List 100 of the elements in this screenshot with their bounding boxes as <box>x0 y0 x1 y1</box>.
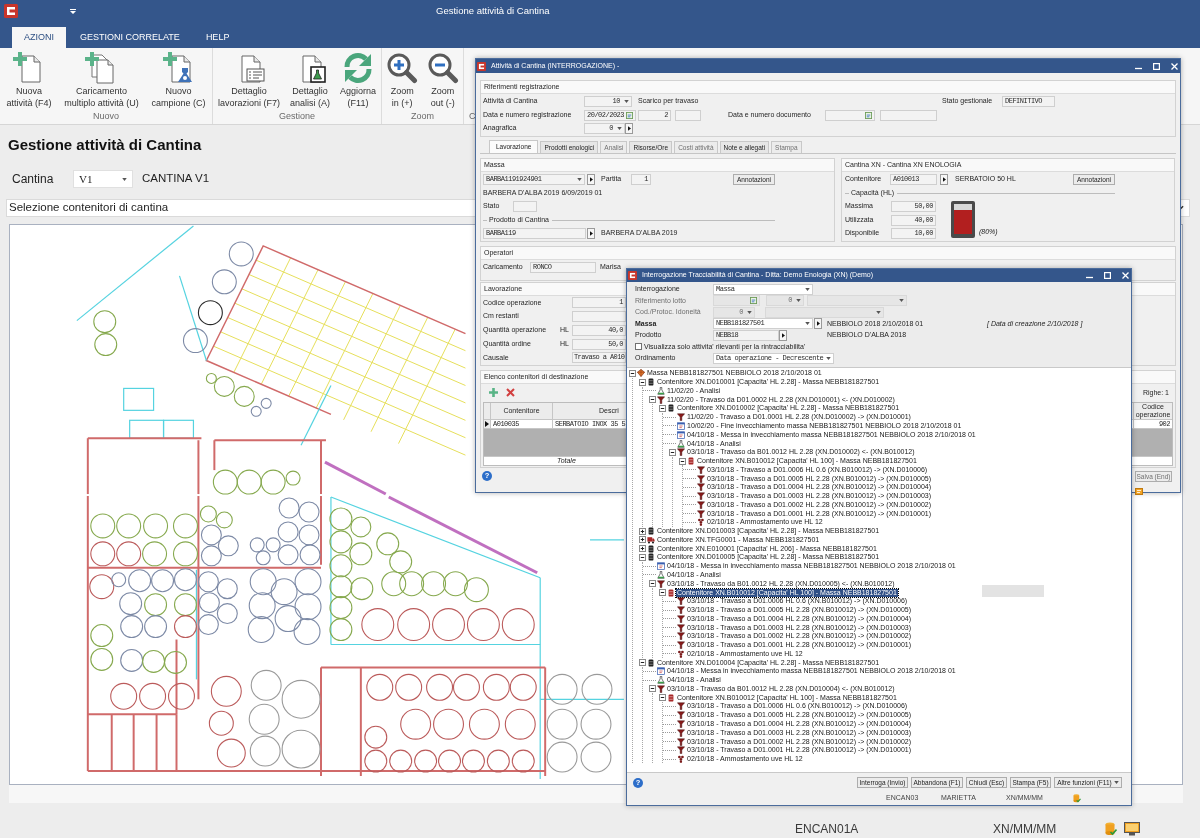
caret-down-icon[interactable] <box>577 177 582 181</box>
ribbon-button[interactable]: Dettaglio lavorazioni (F7) <box>215 52 283 109</box>
tank-icon <box>667 404 675 413</box>
ribbon-button[interactable]: Zoom in (+) <box>383 52 422 109</box>
maximize-icon[interactable] <box>1104 272 1111 279</box>
ribbon-button[interactable]: Dettaglio analisi (A) <box>287 52 333 109</box>
collapse-icon[interactable] <box>649 580 656 588</box>
expand-icon[interactable] <box>639 527 646 535</box>
flask-icon <box>657 571 665 579</box>
ribbon-button[interactable]: Nuova attività (F4) <box>3 52 55 109</box>
caret-down-icon[interactable] <box>876 310 881 314</box>
maximize-icon[interactable] <box>1153 62 1160 70</box>
tank-icon <box>647 658 655 667</box>
lookup-button[interactable] <box>587 228 595 239</box>
caret-right-icon <box>816 321 820 327</box>
ribbon-tab[interactable]: HELP <box>193 27 242 48</box>
diamond-icon <box>637 369 645 378</box>
collapse-icon[interactable] <box>649 685 656 693</box>
date-field[interactable] <box>713 295 760 307</box>
funnel-icon <box>657 579 665 588</box>
caret-right-icon <box>589 176 593 182</box>
input-field[interactable] <box>513 201 537 212</box>
collapse-icon[interactable] <box>659 589 666 596</box>
input-field[interactable] <box>880 109 937 121</box>
caret-down-icon[interactable] <box>747 310 752 314</box>
collapse-icon[interactable] <box>639 378 646 386</box>
lookup-button[interactable] <box>625 123 633 134</box>
caret-down-icon[interactable] <box>805 287 810 291</box>
ribbon-group-label: Nuovo <box>92 110 120 122</box>
tank-icon <box>667 588 675 597</box>
ribbon-button[interactable]: Aggiorna (F11) <box>336 52 379 109</box>
grapes-icon <box>677 755 685 764</box>
quick-access-caret-icon[interactable] <box>70 8 76 14</box>
calendar-icon[interactable] <box>750 297 757 305</box>
flask-icon <box>657 676 665 685</box>
caret-right-icon <box>942 176 946 182</box>
status-text: XN/MM/MM <box>993 821 1058 838</box>
flask-icon <box>677 439 685 448</box>
collapse-icon[interactable] <box>629 369 636 377</box>
collapse-icon[interactable] <box>639 659 646 667</box>
calendar-icon[interactable] <box>626 111 633 119</box>
lookup-button[interactable] <box>779 329 787 341</box>
caret-down-icon[interactable] <box>805 322 810 326</box>
caret-down-icon[interactable] <box>122 177 127 181</box>
ribbon-button[interactable]: Caricamento multiplo attività (U) <box>61 52 142 109</box>
ribbon-button[interactable]: Zoom out (-) <box>423 52 462 109</box>
expand-icon[interactable] <box>639 545 646 553</box>
truck-icon <box>647 535 655 544</box>
flask-icon <box>657 386 665 395</box>
caret-down-icon[interactable] <box>617 127 622 130</box>
page-heading: Gestione attività di Cantina <box>8 135 202 155</box>
ribbon-group-label: Zoom <box>410 110 435 122</box>
collapse-icon[interactable] <box>659 404 666 412</box>
section-bar-label: Selezione contenitori di cantina <box>9 200 169 216</box>
caret-down-icon[interactable] <box>624 99 629 103</box>
caret-down-icon[interactable] <box>899 299 904 303</box>
notepad-icon <box>1135 487 1143 495</box>
ribbon-button[interactable]: Nuovo campione (C) <box>148 52 209 109</box>
input-field[interactable] <box>675 109 701 121</box>
lookup-button[interactable] <box>940 173 948 185</box>
date-field[interactable] <box>825 109 875 121</box>
ribbon-group-label: C <box>469 110 476 122</box>
ribbon-tab[interactable]: GESTIONI CORRELATE <box>68 27 192 48</box>
refresh-icon <box>342 52 374 84</box>
expand-icon[interactable] <box>639 536 646 544</box>
zoom-in-icon <box>386 52 419 84</box>
collapse-icon[interactable] <box>669 448 676 456</box>
lookup-button[interactable] <box>587 173 595 185</box>
description-text: CANTINA V1 <box>142 171 210 187</box>
calendar-icon <box>657 667 665 676</box>
caret-right-icon <box>589 231 593 236</box>
calendar-icon[interactable] <box>865 111 872 119</box>
collapse-icon[interactable] <box>679 457 686 465</box>
caret-right-icon <box>781 332 785 338</box>
lookup-button[interactable] <box>814 318 822 330</box>
close-icon[interactable] <box>1122 272 1129 279</box>
dropdown-field[interactable] <box>765 306 884 318</box>
app-logo-icon <box>628 271 637 280</box>
dropdown-field[interactable]: V1 <box>73 170 133 188</box>
funnel-icon <box>677 413 685 422</box>
status-text: ENCAN01A <box>795 821 860 838</box>
caret-down-icon[interactable] <box>826 356 831 360</box>
collapse-icon[interactable] <box>659 694 666 702</box>
tank-icon <box>647 527 655 536</box>
funnel-icon <box>677 448 685 457</box>
monitor-icon <box>1124 822 1140 836</box>
collapse-icon[interactable] <box>639 553 646 561</box>
input-field[interactable] <box>572 311 626 323</box>
ribbon-tab[interactable]: AZIONI <box>12 27 66 48</box>
checkbox[interactable] <box>635 343 642 351</box>
collapse-icon[interactable] <box>649 396 656 404</box>
close-icon[interactable] <box>1171 62 1178 70</box>
funnel-icon <box>657 684 665 693</box>
calendar-icon <box>657 562 665 571</box>
delete-icon[interactable] <box>506 388 515 398</box>
add-sample-icon <box>162 52 195 84</box>
dropdown-field[interactable] <box>807 295 907 307</box>
grapes-icon <box>677 649 685 658</box>
caret-down-icon[interactable] <box>796 299 801 303</box>
zoom-out-icon <box>426 52 459 84</box>
